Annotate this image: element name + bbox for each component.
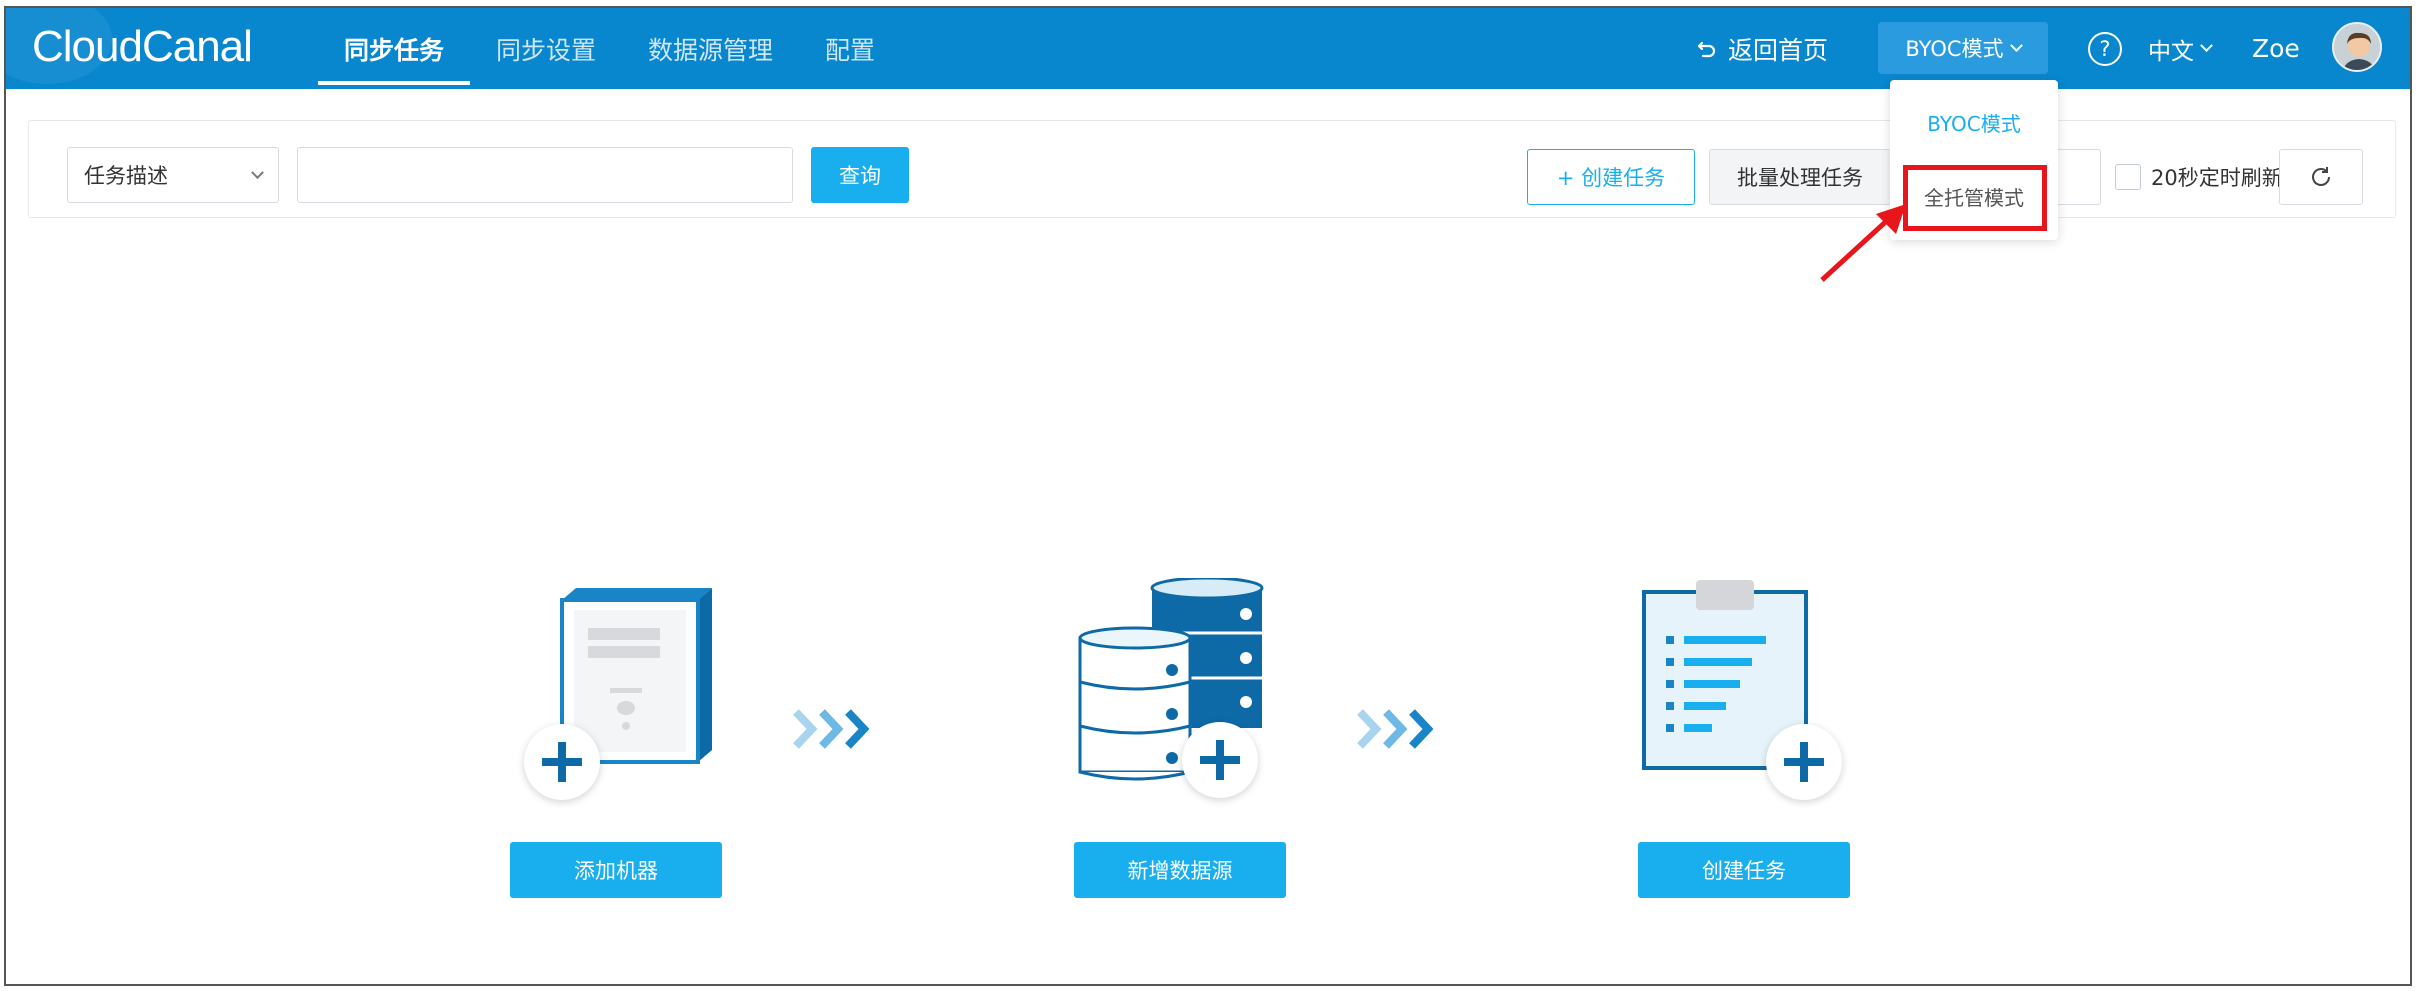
search-input[interactable] (297, 147, 793, 203)
avatar[interactable] (2332, 22, 2382, 72)
chevron-down-icon (251, 165, 264, 179)
create-task-button[interactable]: + 创建任务 (1527, 149, 1695, 205)
add-datasource-button[interactable]: 新增数据源 (1074, 842, 1286, 898)
chevron-down-icon (2200, 39, 2213, 53)
filter-select-value: 任务描述 (84, 164, 168, 188)
top-navbar: CloudCanal 同步任务 同步设置 数据源管理 配置 返回首页 BYOC模… (6, 8, 2410, 89)
server-icon (510, 578, 722, 808)
triple-chevron-icon (793, 709, 870, 749)
dropdown-option-byoc[interactable]: BYOC模式 (1890, 96, 2058, 148)
workflow-step-add-datasource: 新增数据源 (1074, 576, 1286, 898)
nav-item-datasource-management[interactable]: 数据源管理 (622, 8, 799, 89)
filter-select[interactable]: 任务描述 (67, 147, 279, 203)
logo[interactable]: CloudCanal (32, 22, 253, 72)
plus-icon (1182, 722, 1258, 798)
auto-refresh-label: 20秒定时刷新 (2151, 166, 2283, 190)
create-task-step-button[interactable]: 创建任务 (1638, 842, 1850, 898)
app-window: CloudCanal 同步任务 同步设置 数据源管理 配置 返回首页 BYOC模… (4, 6, 2412, 986)
nav-item-config[interactable]: 配置 (799, 8, 901, 89)
auto-refresh-checkbox[interactable]: 20秒定时刷新 (2115, 149, 2283, 205)
back-home-label: 返回首页 (1728, 35, 1829, 65)
batch-process-button[interactable]: 批量处理任务 (1709, 149, 1891, 205)
plus-icon (1766, 724, 1842, 800)
question-circle-icon[interactable]: ? (2088, 32, 2122, 66)
language-label: 中文 (2148, 38, 2194, 65)
nav-item-sync-settings[interactable]: 同步设置 (470, 8, 622, 89)
user-name[interactable]: Zoe (2252, 8, 2300, 89)
chevron-down-icon (2009, 38, 2023, 52)
annotation-arrow-icon (1820, 204, 1906, 282)
mode-dropdown-button[interactable]: BYOC模式 (1878, 22, 2048, 74)
checkbox[interactable] (2115, 164, 2141, 190)
triple-chevron-icon (1357, 709, 1434, 749)
clipboard-icon (1638, 578, 1850, 808)
nav-item-sync-tasks[interactable]: 同步任务 (318, 8, 471, 89)
refresh-button[interactable] (2279, 149, 2363, 205)
refresh-icon (2312, 167, 2330, 186)
query-button[interactable]: 查询 (811, 147, 909, 203)
main-nav: 同步任务 同步设置 数据源管理 配置 (318, 8, 901, 89)
database-icon (1074, 576, 1286, 808)
language-switcher[interactable]: 中文 (2148, 8, 2213, 89)
plus-icon (524, 724, 600, 800)
undo-icon (1697, 41, 1716, 57)
back-home-link[interactable]: 返回首页 (1696, 8, 1828, 89)
workflow-step-add-machine: 添加机器 (510, 578, 722, 898)
annotation-highlight-box (1903, 165, 2047, 231)
mode-label: BYOC模式 (1905, 37, 2004, 61)
workflow-step-create-task: 创建任务 (1638, 578, 1850, 898)
add-machine-button[interactable]: 添加机器 (510, 842, 722, 898)
